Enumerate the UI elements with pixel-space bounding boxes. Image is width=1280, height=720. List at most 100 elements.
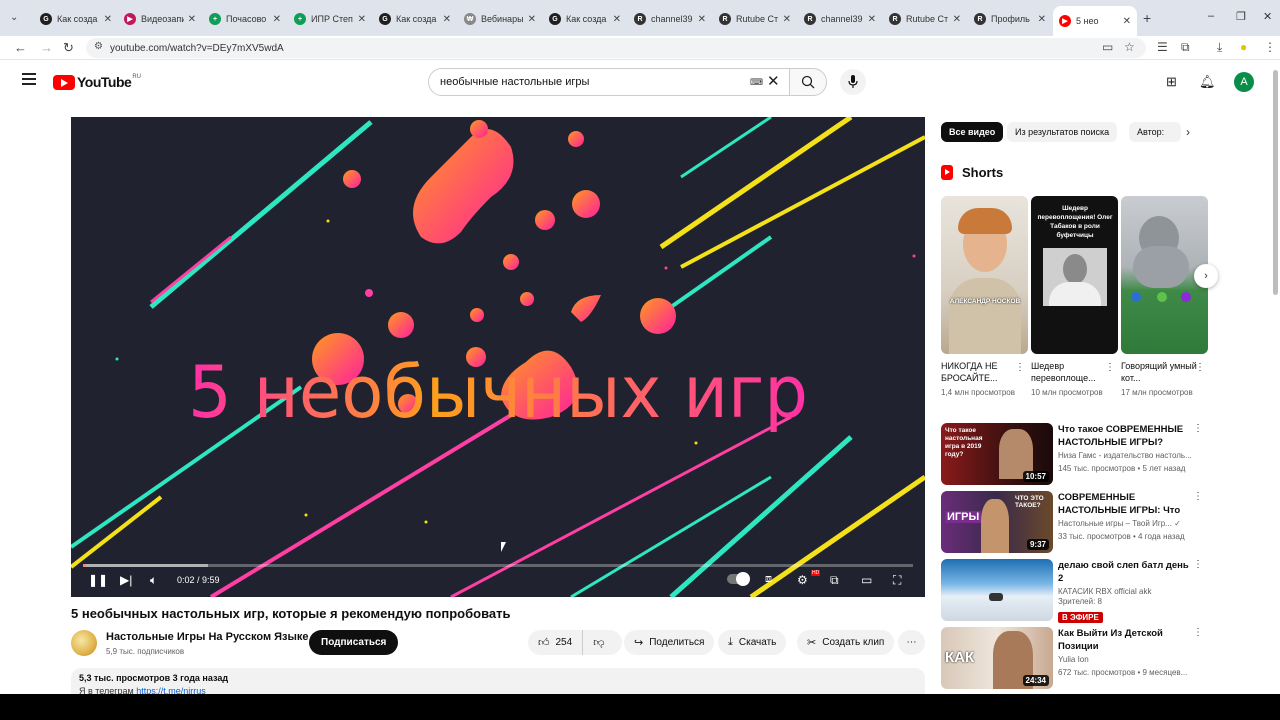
maximize-icon[interactable]: ❐ — [1236, 10, 1246, 23]
recommendation-channel[interactable]: КАТАСИК RBX official akk — [1058, 587, 1193, 596]
close-tab-icon[interactable]: ✕ — [868, 14, 876, 25]
video-player[interactable]: 5 необычных игр — [71, 117, 925, 597]
description-box[interactable]: 5,3 тыс. просмотров 3 года назад Я в тел… — [71, 668, 925, 694]
short-card[interactable]: АЛЕКСАНДР НОСКОВ НИКОГДА НЕ БРОСАЙТЕ... … — [941, 196, 1028, 397]
short-card[interactable]: Шедевр перевоплощения! Олег Табаков в ро… — [1031, 196, 1118, 397]
more-icon[interactable]: ⋮ — [1193, 491, 1203, 502]
share-button[interactable]: ↪ Поделиться — [624, 630, 715, 655]
theater-mode-icon[interactable]: ▭ — [861, 573, 872, 587]
chip-author[interactable]: Автор: — [1129, 122, 1181, 142]
close-tab-icon[interactable]: ✕ — [1038, 14, 1046, 25]
chip-from-search[interactable]: Из результатов поиска — [1007, 122, 1118, 142]
more-icon[interactable]: ⋮ — [1105, 362, 1115, 373]
browser-tab[interactable]: G Как созда ✕ — [34, 8, 118, 30]
browser-tab[interactable]: + Почасово ✕ — [203, 8, 287, 30]
close-tab-icon[interactable]: ✕ — [443, 14, 451, 25]
recommendation-item[interactable]: ИГРЫ ЧТО ЭТО ТАКОЕ? 9:37 СОВРЕМЕННЫЕ НАС… — [941, 491, 1209, 553]
keyboard-icon[interactable]: ⌨ — [750, 77, 763, 88]
page-scrollbar[interactable] — [1273, 70, 1278, 295]
close-tab-icon[interactable]: ✕ — [358, 14, 366, 25]
close-tab-icon[interactable]: ✕ — [273, 14, 281, 25]
recommendation-item[interactable]: делаю свой слеп батл день 2 КАТАСИК RBX … — [941, 559, 1209, 623]
description-link[interactable]: https://t.me/nirrus — [136, 686, 206, 694]
back-icon[interactable]: ← — [14, 40, 27, 55]
miniplayer-icon[interactable]: ⧉ — [830, 573, 839, 588]
more-icon[interactable]: ⋮ — [1193, 423, 1203, 434]
create-icon[interactable]: ⊞ — [1166, 74, 1177, 90]
search-button[interactable] — [789, 68, 827, 96]
browser-tab[interactable]: Rchannel39 ✕ — [798, 8, 882, 30]
settings-icon[interactable]: ⚙ — [797, 573, 808, 587]
downloads-icon[interactable]: ⤓ — [1217, 40, 1222, 55]
recommendation-item[interactable]: Что такое настольная игра в 2019 году? 1… — [941, 423, 1209, 485]
like-count: 254 — [555, 637, 573, 648]
profile-icon[interactable]: ● — [1240, 40, 1247, 54]
dislike-button[interactable]: 👎︎ — [583, 630, 620, 655]
subtitles-icon[interactable]: ⧈ — [765, 573, 772, 586]
download-button[interactable]: ⤓ Скачать — [718, 630, 787, 655]
browser-tab[interactable]: + ИПР Степ ✕ — [288, 8, 372, 30]
clear-search-icon[interactable]: ✕ — [767, 72, 780, 90]
tab-search-icon[interactable]: ⌄ — [10, 12, 18, 23]
subscribe-button[interactable]: Подписаться — [309, 630, 399, 655]
cast-icon[interactable]: ▭ — [1102, 40, 1113, 54]
forward-icon[interactable]: → — [40, 40, 53, 55]
browser-tab[interactable]: ▶ 5 нео ✕ — [1053, 6, 1137, 36]
short-card[interactable]: Говорящий умный кот... 17 млн просмотров… — [1121, 196, 1208, 397]
next-icon[interactable]: ▶| — [120, 573, 132, 587]
close-tab-icon[interactable]: ✕ — [188, 14, 196, 25]
menu-icon[interactable] — [22, 73, 36, 85]
pause-icon[interactable]: ❚❚ — [88, 573, 108, 587]
browser-tab[interactable]: Rchannel39 ✕ — [628, 8, 712, 30]
more-icon[interactable]: ⋮ — [1193, 559, 1203, 570]
reload-icon[interactable]: ↻ — [63, 40, 74, 56]
progress-bar[interactable] — [83, 564, 913, 567]
browser-tab[interactable]: R Rutube Ст ✕ — [713, 8, 797, 30]
site-info-icon[interactable]: ⚙ — [94, 41, 103, 52]
channel-name[interactable]: Настольные Игры На Русском Языке — [106, 631, 309, 643]
close-window-icon[interactable]: ✕ — [1263, 10, 1272, 23]
close-tab-icon[interactable]: ✕ — [1123, 16, 1131, 27]
voice-search-button[interactable] — [840, 69, 866, 95]
tab-list-icon[interactable]: ☰ — [1157, 40, 1168, 54]
fullscreen-icon[interactable]: ⛶ — [893, 573, 901, 588]
browser-tab[interactable]: R Профиль ✕ — [968, 8, 1052, 30]
autoplay-toggle[interactable] — [727, 572, 750, 586]
browser-menu-icon[interactable]: ⋮ — [1264, 40, 1276, 54]
chips-next-icon[interactable]: › — [1186, 125, 1190, 139]
close-tab-icon[interactable]: ✕ — [698, 14, 706, 25]
more-icon[interactable]: ⋮ — [1193, 627, 1203, 638]
browser-tab[interactable]: R Rutube Ст ✕ — [883, 8, 967, 30]
recommendation-channel[interactable]: Настольные игры – Твой Игр... ✓ — [1058, 519, 1193, 528]
volume-icon[interactable]: 🔈︎ — [150, 573, 157, 588]
close-tab-icon[interactable]: ✕ — [104, 14, 112, 25]
url-field[interactable]: ⚙ youtube.com/watch?v=DEy7mXV5wdA — [86, 38, 1146, 58]
search-input[interactable]: необычные настольные игры — [428, 68, 790, 96]
new-tab-icon[interactable]: + — [1143, 10, 1151, 26]
more-actions-button[interactable]: ⋯ — [898, 630, 925, 655]
like-button[interactable]: 👍︎ 254 — [528, 630, 584, 655]
minimize-icon[interactable]: – — [1208, 10, 1214, 22]
close-tab-icon[interactable]: ✕ — [953, 14, 961, 25]
close-tab-icon[interactable]: ✕ — [613, 14, 621, 25]
close-tab-icon[interactable]: ✕ — [783, 14, 791, 25]
account-avatar[interactable]: A — [1234, 72, 1254, 92]
browser-tab[interactable]: ▶ Видеозапи ✕ — [118, 8, 202, 30]
recommendation-channel[interactable]: Низа Гамс - издательство настоль... — [1058, 451, 1193, 460]
channel-avatar[interactable] — [71, 630, 97, 656]
clip-button[interactable]: ✂ Создать клип — [797, 630, 895, 655]
more-icon[interactable]: ⋮ — [1015, 362, 1025, 373]
browser-tab[interactable]: G Как созда ✕ — [373, 8, 457, 30]
youtube-logo[interactable]: YouTube RU — [53, 74, 141, 90]
notifications-icon[interactable]: 🔔︎ — [1199, 74, 1216, 90]
shorts-next-button[interactable]: › — [1194, 264, 1218, 288]
chip-all[interactable]: Все видео — [941, 122, 1004, 142]
recommendation-item[interactable]: КАК 24:34 Как Выйти Из Детской Позиции Y… — [941, 627, 1209, 689]
browser-tab[interactable]: G Как созда ✕ — [543, 8, 627, 30]
more-icon[interactable]: ⋮ — [1195, 362, 1205, 373]
bookmark-icon[interactable]: ☆ — [1124, 40, 1135, 54]
extensions-icon[interactable]: ⧉ — [1181, 40, 1190, 55]
close-tab-icon[interactable]: ✕ — [528, 14, 536, 25]
browser-tab[interactable]: ₩ Вебинары ✕ — [458, 8, 542, 30]
recommendation-channel[interactable]: Yulia Ion — [1058, 655, 1193, 664]
